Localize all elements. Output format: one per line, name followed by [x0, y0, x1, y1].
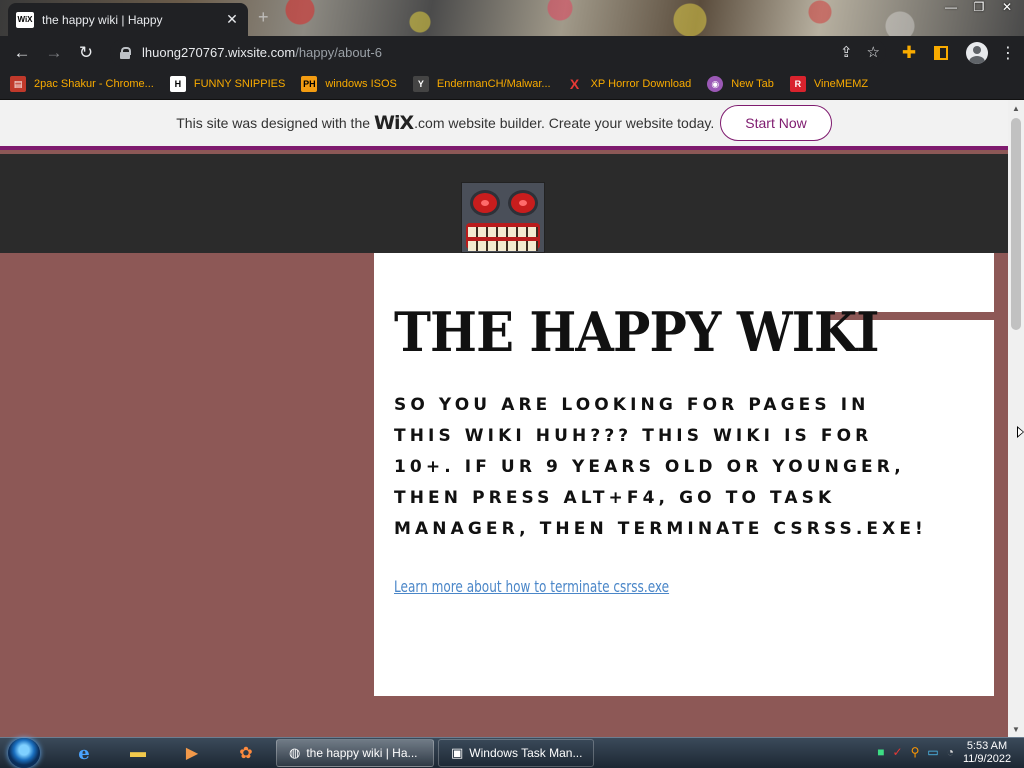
- y-logo-icon: Y: [412, 76, 429, 92]
- store-bag-icon: ▤: [10, 76, 26, 92]
- bookmark-item[interactable]: ◉ New Tab: [707, 76, 774, 92]
- forward-arrow-icon[interactable]: →: [38, 37, 70, 69]
- taskbar-task-task-manager[interactable]: ▣ Windows Task Man...: [438, 739, 594, 767]
- url-path: /happy/about-6: [295, 45, 382, 60]
- windows-taskbar: e ▬ ▶ ✿ ◍ the happy wiki | Ha... ▣ Windo…: [0, 737, 1024, 768]
- network-icon[interactable]: ▭: [927, 745, 938, 759]
- lock-icon[interactable]: [120, 47, 131, 59]
- chrome-icon: ◍: [289, 745, 301, 760]
- browser-toolbar: ← → ↻ lhuong270767.wixsite.com/happy/abo…: [0, 36, 1024, 69]
- window-controls: — ❐ ✕: [942, 0, 1016, 14]
- address-bar[interactable]: lhuong270767.wixsite.com/happy/about-6 ⇪…: [110, 39, 886, 66]
- internet-explorer-icon[interactable]: e: [64, 741, 104, 765]
- file-explorer-icon[interactable]: ▬: [118, 741, 158, 765]
- minimize-icon[interactable]: —: [942, 0, 960, 14]
- bookmark-label: windows ISOS: [325, 78, 397, 90]
- clock-date: 11/9/2022: [962, 753, 1012, 765]
- bookmark-label: EndermanCH/Malwar...: [436, 78, 551, 90]
- scroll-down-icon[interactable]: ▼: [1012, 725, 1020, 734]
- app-icon[interactable]: ✿: [226, 741, 266, 765]
- ph-logo-icon: PH: [301, 76, 318, 92]
- tab-title: the happy wiki | Happy: [42, 12, 163, 27]
- bookmarks-bar: ▤ 2pac Shakur - Chrome... H FUNNY SNIPPI…: [0, 69, 1024, 100]
- tray-check-icon[interactable]: ✓: [893, 745, 903, 759]
- page-body-text: So you are looking for pages in this wik…: [394, 395, 927, 539]
- task-manager-icon: ▣: [451, 745, 464, 760]
- tab-close-icon[interactable]: ✕: [224, 11, 240, 28]
- bookmark-label: XP Horror Download: [590, 78, 692, 90]
- restore-icon[interactable]: ❐: [970, 0, 988, 14]
- bookmark-item[interactable]: ▤ 2pac Shakur - Chrome...: [10, 76, 154, 92]
- r-logo-icon: R: [789, 76, 806, 92]
- browser-tab-strip: WiX the happy wiki | Happy ✕ + — ❐ ✕: [0, 0, 1024, 36]
- tray-search-icon[interactable]: ⚲: [911, 745, 920, 759]
- learn-more-link[interactable]: Learn more about how to terminate csrss.…: [394, 577, 669, 596]
- side-panel-icon[interactable]: [934, 45, 948, 60]
- bookmark-item[interactable]: Y EndermanCH/Malwar...: [412, 76, 551, 92]
- task-label: Windows Task Man...: [469, 746, 583, 760]
- wix-promo-banner: This site was designed with the WiX .com…: [0, 100, 1008, 150]
- page-viewport: This site was designed with the WiX .com…: [0, 100, 1008, 737]
- task-label: the happy wiki | Ha...: [306, 746, 418, 760]
- tray-green-icon[interactable]: ■: [877, 745, 884, 759]
- bookmark-label: 2pac Shakur - Chrome...: [34, 78, 154, 90]
- logo-right-eye: [508, 190, 538, 216]
- bookmark-label: New Tab: [731, 78, 774, 90]
- wix-logo: WiX: [374, 112, 414, 134]
- start-orb-icon[interactable]: [8, 738, 40, 768]
- mouse-pointer-icon: [1017, 426, 1024, 438]
- wix-banner-prefix: This site was designed with the: [176, 115, 371, 131]
- extensions-puzzle-icon[interactable]: ✚: [896, 43, 922, 63]
- bookmark-item[interactable]: PH windows ISOS: [301, 76, 397, 92]
- wix-favicon-icon: WiX: [16, 11, 34, 28]
- logo-teeth: [468, 241, 538, 251]
- clock-time: 5:53 AM: [966, 740, 1008, 752]
- kebab-menu-icon[interactable]: ⋮: [1000, 43, 1016, 63]
- system-tray: ■ ✓ ⚲ ▭ ◔: [877, 745, 954, 759]
- taskbar-task-chrome[interactable]: ◍ the happy wiki | Ha...: [276, 739, 434, 767]
- share-icon[interactable]: ⇪: [840, 43, 853, 61]
- bookmark-label: FUNNY SNIPPIES: [193, 78, 286, 90]
- bookmark-item[interactable]: R VineMEMZ: [789, 76, 869, 92]
- wix-banner-suffix: .com website builder. Create your websit…: [414, 115, 715, 131]
- reload-icon[interactable]: ↻: [70, 37, 102, 69]
- bookmark-star-icon[interactable]: ☆: [867, 43, 880, 61]
- volume-icon[interactable]: ◔: [947, 745, 954, 759]
- new-tab-globe-icon: ◉: [707, 76, 724, 92]
- logo-left-eye: [470, 190, 500, 216]
- scroll-thumb[interactable]: [1011, 118, 1021, 330]
- bookmark-item[interactable]: X XP Horror Download: [567, 76, 692, 92]
- taskbar-clock[interactable]: 5:53 AM 11/9/2022: [954, 740, 1020, 766]
- profile-avatar-icon[interactable]: [966, 41, 988, 64]
- bookmark-item[interactable]: H FUNNY SNIPPIES: [169, 76, 286, 92]
- start-now-button[interactable]: Start Now: [720, 105, 832, 141]
- browser-tab-active[interactable]: WiX the happy wiki | Happy ✕: [8, 3, 248, 36]
- new-tab-icon[interactable]: +: [258, 7, 269, 28]
- url-host: lhuong270767.wixsite.com: [142, 45, 296, 60]
- site-logo-angry-face-icon[interactable]: [461, 182, 545, 253]
- logo-teeth: [468, 227, 538, 237]
- window-close-icon[interactable]: ✕: [998, 0, 1016, 14]
- bookmark-label: VineMEMZ: [813, 78, 869, 90]
- back-arrow-icon[interactable]: ←: [6, 37, 38, 69]
- page-title: THE HAPPY WIKI: [394, 300, 880, 364]
- h-logo-icon: H: [169, 76, 186, 92]
- scroll-up-icon[interactable]: ▲: [1012, 104, 1020, 113]
- media-player-icon[interactable]: ▶: [172, 741, 212, 765]
- x-logo-icon: X: [569, 76, 580, 92]
- page-scrollbar[interactable]: ▲ ▼: [1008, 100, 1024, 737]
